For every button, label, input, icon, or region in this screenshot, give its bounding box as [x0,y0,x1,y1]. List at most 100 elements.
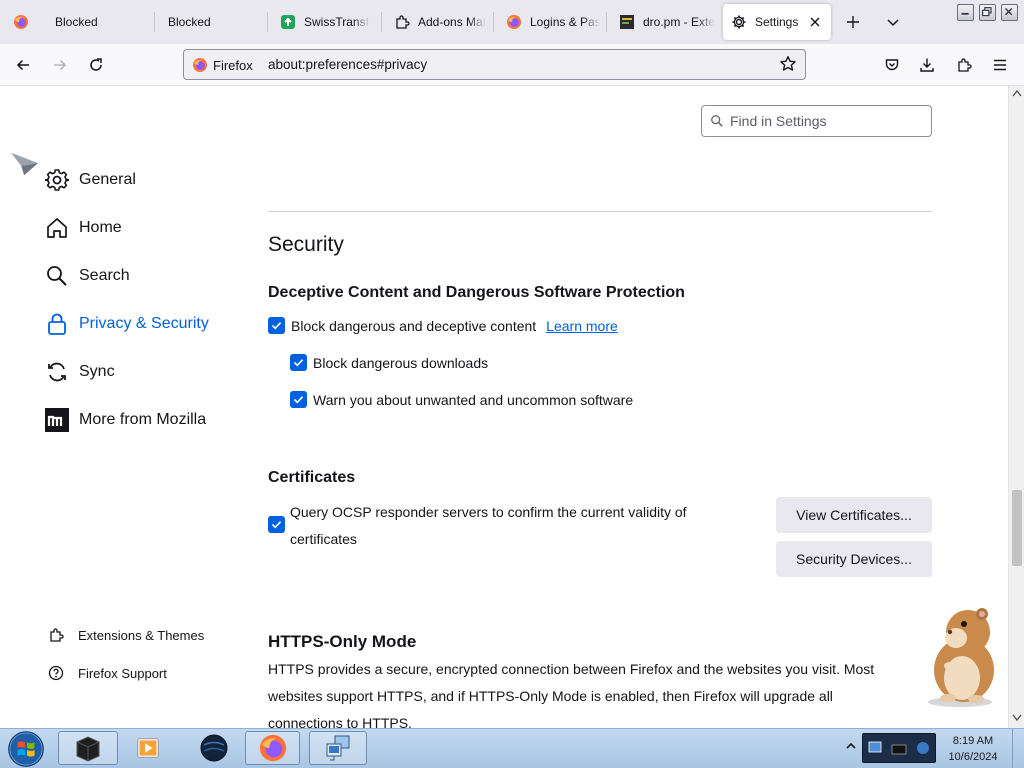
back-button[interactable] [8,50,38,80]
category-search[interactable]: Search [45,264,130,288]
category-more-from-mozilla[interactable]: More from Mozilla [45,408,206,432]
search-icon [47,266,67,286]
taskbar-app-firefox[interactable] [245,731,300,765]
system-clock[interactable]: 8:19 AM 10/6/2024 [940,733,1006,765]
block-dangerous-content-row: Block dangerous and deceptive content Le… [268,317,618,334]
help-icon [48,665,64,681]
tray-screen-icon[interactable] [867,740,883,756]
url-text[interactable]: about:preferences#privacy [268,57,427,72]
warn-unwanted-software-checkbox[interactable] [290,391,307,408]
category-general[interactable]: General [45,168,136,192]
tab-dropm[interactable]: dro.pm - Extension [607,0,720,44]
tab-blocked-2[interactable]: Blocked [155,0,268,44]
tab-logins-passwords[interactable]: Logins & Passwords [494,0,607,44]
tab-label: SwissTransfer [304,15,370,29]
learn-more-link[interactable]: Learn more [546,318,618,334]
sync-icon [48,362,66,382]
paper-plane-icon [10,150,40,178]
show-desktop-button[interactable] [1012,729,1024,768]
security-devices-button[interactable]: Security Devices... [776,541,932,577]
taskbar-app-terminal[interactable] [58,731,118,765]
minimize-window-button[interactable] [957,4,974,21]
tab-label: Add-ons Manager [418,15,486,29]
puzzle-icon [396,15,410,29]
category-sync[interactable]: Sync [45,360,115,384]
tab-blocked-1[interactable] [0,0,42,44]
find-in-settings-input[interactable] [730,113,920,129]
find-in-settings-box[interactable] [701,105,932,137]
firefox-icon [507,15,521,29]
list-all-tabs-button[interactable] [878,7,908,37]
https-only-heading: HTTPS-Only Mode [268,632,417,651]
tab-settings[interactable]: Settings [723,4,831,40]
tab-label: Logins & Passwords [530,15,600,29]
security-section-title: Security [268,233,344,256]
taskbar-app-media-player[interactable] [128,731,168,765]
block-dangerous-downloads-checkbox[interactable] [290,354,307,371]
identity-box[interactable]: Firefox [192,55,253,75]
network-computer-icon [326,735,350,761]
new-tab-button[interactable] [838,7,868,37]
https-only-line2: websites support HTTPS, and if HTTPS-Onl… [268,688,833,704]
category-label: Sync [79,363,115,380]
query-ocsp-label[interactable]: Query OCSP responder servers to confirm … [290,499,740,553]
media-player-icon [137,738,159,758]
view-certificates-button[interactable]: View Certificates... [776,497,932,533]
taskbar-app-network-computer[interactable] [309,731,367,765]
downloads-button[interactable] [912,50,942,80]
block-dangerous-downloads-row: Block dangerous downloads [290,354,488,371]
extensions-themes-link[interactable]: Extensions & Themes [48,627,204,643]
checkmark-icon [271,322,282,330]
query-ocsp-checkbox[interactable] [268,516,285,533]
scroll-down-arrow-icon[interactable] [1012,714,1022,722]
mozilla-icon [45,408,69,432]
tray-sound-icon[interactable] [915,740,931,756]
extensions-button[interactable] [949,50,979,80]
checkmark-icon [271,521,282,529]
category-privacy-security[interactable]: Privacy & Security [45,312,209,336]
block-dangerous-downloads-label[interactable]: Block dangerous downloads [313,355,488,371]
close-window-button[interactable] [1001,4,1018,21]
chevron-down-icon [887,19,899,27]
category-label: More from Mozilla [79,411,207,428]
page-scrollbar[interactable] [1008,86,1024,728]
close-tab-icon[interactable] [807,14,823,30]
tab-blocked-1-title[interactable]: Blocked [42,0,155,44]
swisstransfer-icon [281,15,295,29]
reload-button[interactable] [81,50,111,80]
app-menu-button[interactable] [985,50,1015,80]
scroll-up-arrow-icon[interactable] [1012,89,1022,97]
checkmark-icon [293,359,304,367]
system-tray [862,733,936,763]
star-icon [780,56,796,71]
tab-addons-manager[interactable]: Add-ons Manager [382,0,494,44]
scrollbar-thumb[interactable] [1012,490,1022,566]
identity-label: Firefox [213,57,253,73]
block-dangerous-content-checkbox[interactable] [268,317,285,334]
home-icon [47,218,67,238]
tab-label: dro.pm - Extension [643,15,715,29]
section-divider [268,211,932,212]
firefox-support-label: Firefox Support [78,665,167,681]
https-only-line1: HTTPS provides a secure, encrypted conne… [268,661,875,677]
terminal-app-icon [76,736,100,762]
back-arrow-icon [16,59,29,71]
bookmark-star-button[interactable] [779,55,799,75]
start-button[interactable] [4,730,48,768]
show-hidden-icons-arrow[interactable] [846,741,856,751]
tab-swisstransfer[interactable]: SwissTransfer [268,0,382,44]
firefox-icon [193,58,207,72]
category-home[interactable]: Home [45,216,122,240]
reload-icon [90,58,102,71]
url-bar[interactable]: Firefox about:preferences#privacy [183,49,806,80]
warn-unwanted-software-label[interactable]: Warn you about unwanted and uncommon sof… [313,392,633,408]
block-dangerous-content-label[interactable]: Block dangerous and deceptive content [291,318,536,334]
tray-network-icon[interactable] [891,740,907,756]
pocket-button[interactable] [877,50,907,80]
forward-arrow-icon [54,59,67,71]
restore-window-button[interactable] [979,4,996,21]
taskbar-app-dark-sphere[interactable] [192,731,236,765]
puzzle-icon [958,58,972,72]
firefox-support-link[interactable]: Firefox Support [48,665,167,681]
forward-button[interactable] [45,50,75,80]
